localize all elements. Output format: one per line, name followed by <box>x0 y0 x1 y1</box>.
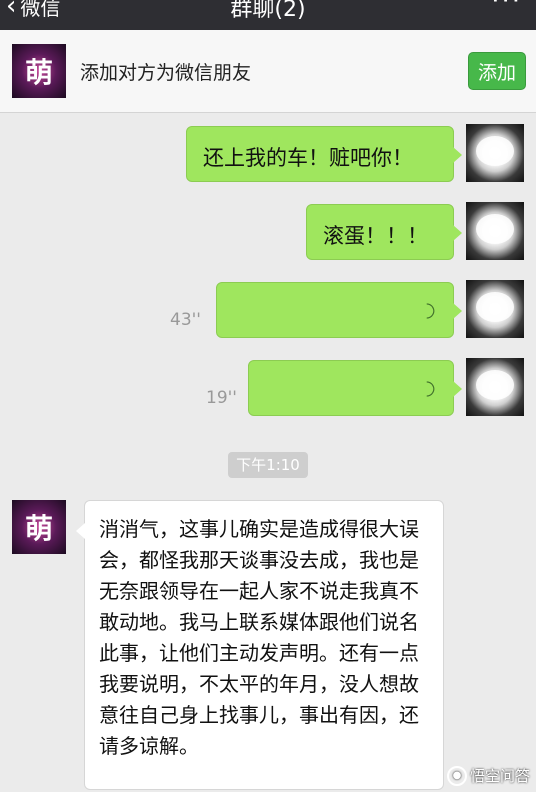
watermark-text: 悟空问答 <box>469 767 530 785</box>
timestamp: 下午1:10 <box>228 452 308 478</box>
message-bubble[interactable]: 滚蛋！！！ <box>306 204 462 260</box>
add-friend-button[interactable]: 添加 <box>468 52 526 90</box>
voice-wave-icon: ◠ <box>416 380 441 398</box>
avatar[interactable] <box>466 124 524 182</box>
more-icon[interactable]: ··· <box>491 0 522 16</box>
avatar[interactable] <box>466 202 524 260</box>
watermark: ● 悟空问答 <box>446 765 530 786</box>
message-bubble[interactable]: 还上我的车！赃吧你！ <box>186 126 462 182</box>
avatar[interactable]: 萌 <box>12 500 66 554</box>
avatar[interactable] <box>466 358 524 416</box>
avatar[interactable] <box>466 280 524 338</box>
message-text: 还上我的车！赃吧你！ <box>203 146 413 170</box>
voice-duration: 43'' <box>170 310 201 330</box>
voice-message-bubble[interactable]: ◠ <box>248 360 462 416</box>
nav-bar: ‹ 微信 群聊(2) ··· <box>0 0 536 30</box>
avatar[interactable]: 萌 <box>12 44 66 98</box>
voice-wave-icon: ◠ <box>416 302 441 320</box>
message-text: 消消气，这事儿确实是造成得很大误会，都怪我那天谈事没去成，我也是无奈跟领导在一起… <box>99 517 419 758</box>
chat-title: 群聊(2) <box>230 0 306 22</box>
voice-message-bubble[interactable]: ◠ <box>216 282 462 338</box>
voice-duration: 19'' <box>206 388 237 408</box>
message-text: 滚蛋！！！ <box>323 224 428 248</box>
add-friend-prompt: 添加对方为微信朋友 <box>80 62 252 84</box>
add-friend-bar: 萌 添加对方为微信朋友 添加 <box>0 30 536 113</box>
watermark-logo-icon: ● <box>446 765 467 786</box>
message-bubble[interactable]: 消消气，这事儿确实是造成得很大误会，都怪我那天谈事没去成，我也是无奈跟领导在一起… <box>76 500 444 790</box>
